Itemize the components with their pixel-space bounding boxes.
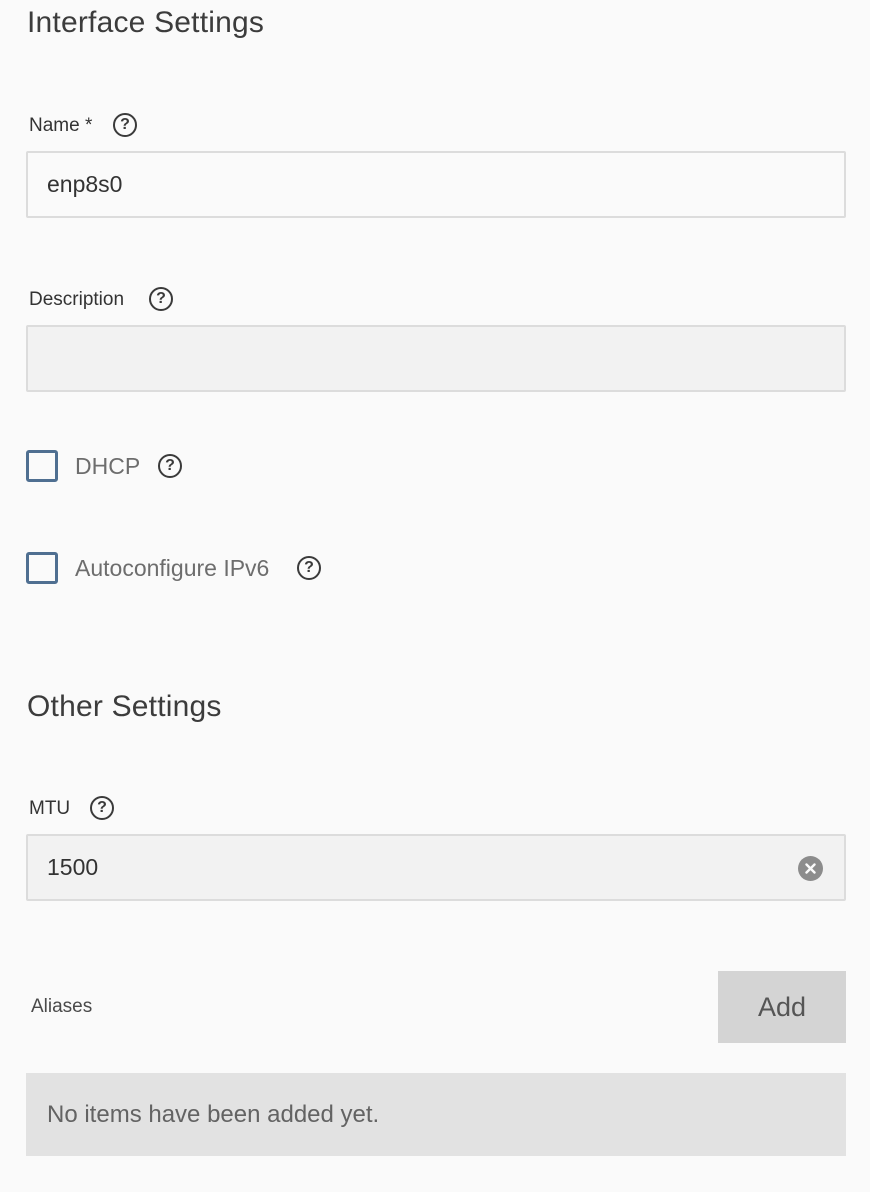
interface-settings-title: Interface Settings: [27, 6, 265, 39]
clear-x-icon: [805, 863, 816, 874]
name-label-text: Name: [29, 115, 80, 136]
description-label: Description: [29, 289, 125, 310]
description-input[interactable]: [26, 325, 846, 392]
mtu-label: MTU: [29, 798, 71, 819]
name-label: Name *: [29, 115, 92, 137]
other-settings-title: Other Settings: [27, 690, 222, 723]
name-input[interactable]: [26, 151, 846, 218]
required-marker: *: [84, 115, 93, 136]
aliases-empty-state: No items have been added yet.: [26, 1073, 846, 1156]
mtu-input[interactable]: [26, 834, 846, 901]
description-help-icon[interactable]: ?: [149, 287, 173, 311]
dhcp-label[interactable]: DHCP: [75, 453, 140, 480]
mtu-help-icon[interactable]: ?: [90, 796, 114, 820]
aliases-label: Aliases: [31, 996, 93, 1017]
name-help-icon[interactable]: ?: [113, 113, 137, 137]
empty-message: No items have been added yet.: [47, 1100, 380, 1128]
autoconfigure-ipv6-checkbox[interactable]: [26, 552, 58, 584]
dhcp-help-icon[interactable]: ?: [158, 454, 182, 478]
autoconfigure-ipv6-help-icon[interactable]: ?: [297, 556, 321, 580]
dhcp-checkbox[interactable]: [26, 450, 58, 482]
autoconfigure-ipv6-label[interactable]: Autoconfigure IPv6: [75, 555, 269, 582]
add-alias-button[interactable]: Add: [718, 971, 846, 1043]
clear-icon[interactable]: [798, 856, 823, 881]
